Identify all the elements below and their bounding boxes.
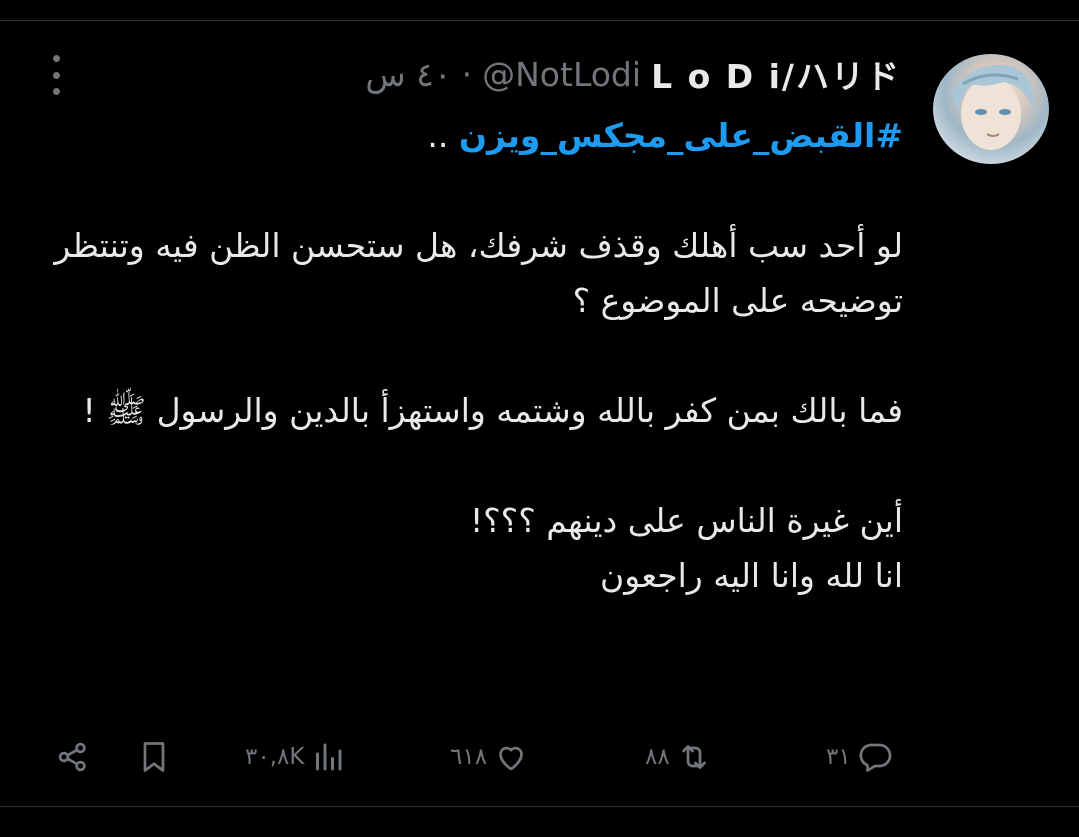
paragraph-1: لو أحد سب أهلك وقذف شرفك، هل ستحسن الظن … — [54, 226, 903, 320]
retweet-icon — [681, 745, 706, 769]
action-bar: ٣١ ٨٨ ٦١٨ ٣٠,٨K — [0, 732, 1079, 782]
share-button[interactable] — [55, 732, 91, 782]
reply-button[interactable]: ٣١ — [826, 732, 893, 782]
bookmark-icon — [143, 742, 165, 772]
views-icon — [316, 743, 342, 771]
tweet-header: L o D i/ハリド @NotLodi · ٤٠ س — [365, 50, 901, 98]
top-divider — [0, 20, 1079, 21]
display-name[interactable]: L o D i/ハリド — [651, 50, 901, 98]
avatar-image — [951, 64, 1034, 150]
separator: · — [461, 54, 473, 94]
paragraph-3: أين غيرة الناس على دينهم ؟؟؟! — [469, 501, 903, 540]
views-button[interactable]: ٣٠,٨K — [245, 732, 346, 782]
reply-count: ٣١ — [826, 744, 851, 770]
like-icon — [499, 746, 523, 771]
more-icon[interactable] — [46, 55, 66, 95]
bottom-divider — [0, 806, 1079, 807]
tweet-body: #القبض_على_مجكس_ويزن .. لو أحد سب أهلك و… — [40, 108, 903, 603]
retweet-count: ٨٨ — [645, 744, 670, 770]
paragraph-2: فما بالك بمن كفر بالله وشتمه واستهزأ بال… — [82, 391, 904, 430]
like-button[interactable]: ٦١٨ — [450, 732, 529, 782]
retweet-button[interactable]: ٨٨ — [645, 732, 712, 782]
bookmark-button[interactable] — [136, 732, 172, 782]
share-icon — [58, 742, 86, 772]
views-count: ٣٠,٨K — [245, 744, 305, 770]
user-handle[interactable]: @NotLodi — [482, 55, 641, 94]
reply-icon — [859, 743, 891, 772]
hashtag-line: #القبض_على_مجكس_ويزن .. — [40, 108, 903, 163]
paragraph-4: انا لله وانا اليه راجعون — [600, 556, 903, 595]
avatar[interactable] — [933, 54, 1049, 164]
like-count: ٦١٨ — [450, 744, 488, 770]
hashtag-suffix: .. — [427, 116, 459, 155]
hashtag-link[interactable]: #القبض_على_مجكس_ويزن — [459, 116, 903, 155]
timestamp[interactable]: ٤٠ س — [365, 55, 451, 94]
